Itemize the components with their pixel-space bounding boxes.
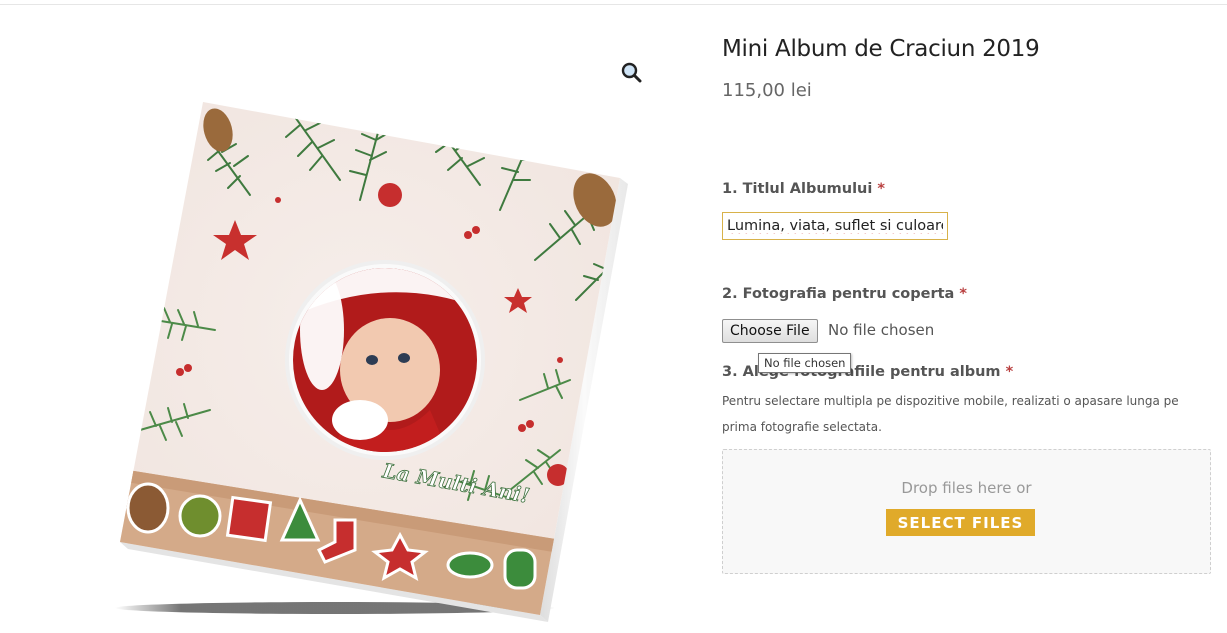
product-image[interactable]: La Multi Ani!	[60, 30, 660, 630]
cover-photo-label-text: 2. Fotografia pentru coperta	[722, 286, 955, 302]
file-tooltip: No file chosen	[758, 353, 852, 373]
album-title-label-text: 1. Titlul Albumului	[722, 181, 873, 197]
product-price: 115,00 lei	[722, 80, 812, 101]
product-title: Mini Album de Craciun 2019	[722, 36, 1040, 62]
header-divider	[0, 4, 1227, 5]
select-files-button[interactable]: SELECT FILES	[886, 509, 1035, 536]
required-mark: *	[959, 286, 967, 302]
zoom-button[interactable]	[619, 60, 645, 86]
required-mark: *	[877, 181, 885, 197]
cover-photo-label: 2. Fotografia pentru coperta *	[722, 286, 967, 302]
product-gallery: La Multi Ani!	[60, 30, 660, 630]
file-dropzone[interactable]: Drop files here or SELECT FILES	[722, 449, 1211, 574]
required-mark: *	[1005, 364, 1014, 380]
file-status-text: No file chosen	[828, 321, 935, 339]
album-photos-description: Pentru selectare multipla pe dispozitive…	[722, 394, 1179, 434]
album-title-input[interactable]	[722, 212, 948, 240]
magnifier-icon	[621, 62, 642, 83]
choose-file-button[interactable]: Choose File	[722, 319, 818, 343]
album-title-label: 1. Titlul Albumului *	[722, 181, 885, 197]
drop-files-text: Drop files here or	[901, 479, 1032, 497]
